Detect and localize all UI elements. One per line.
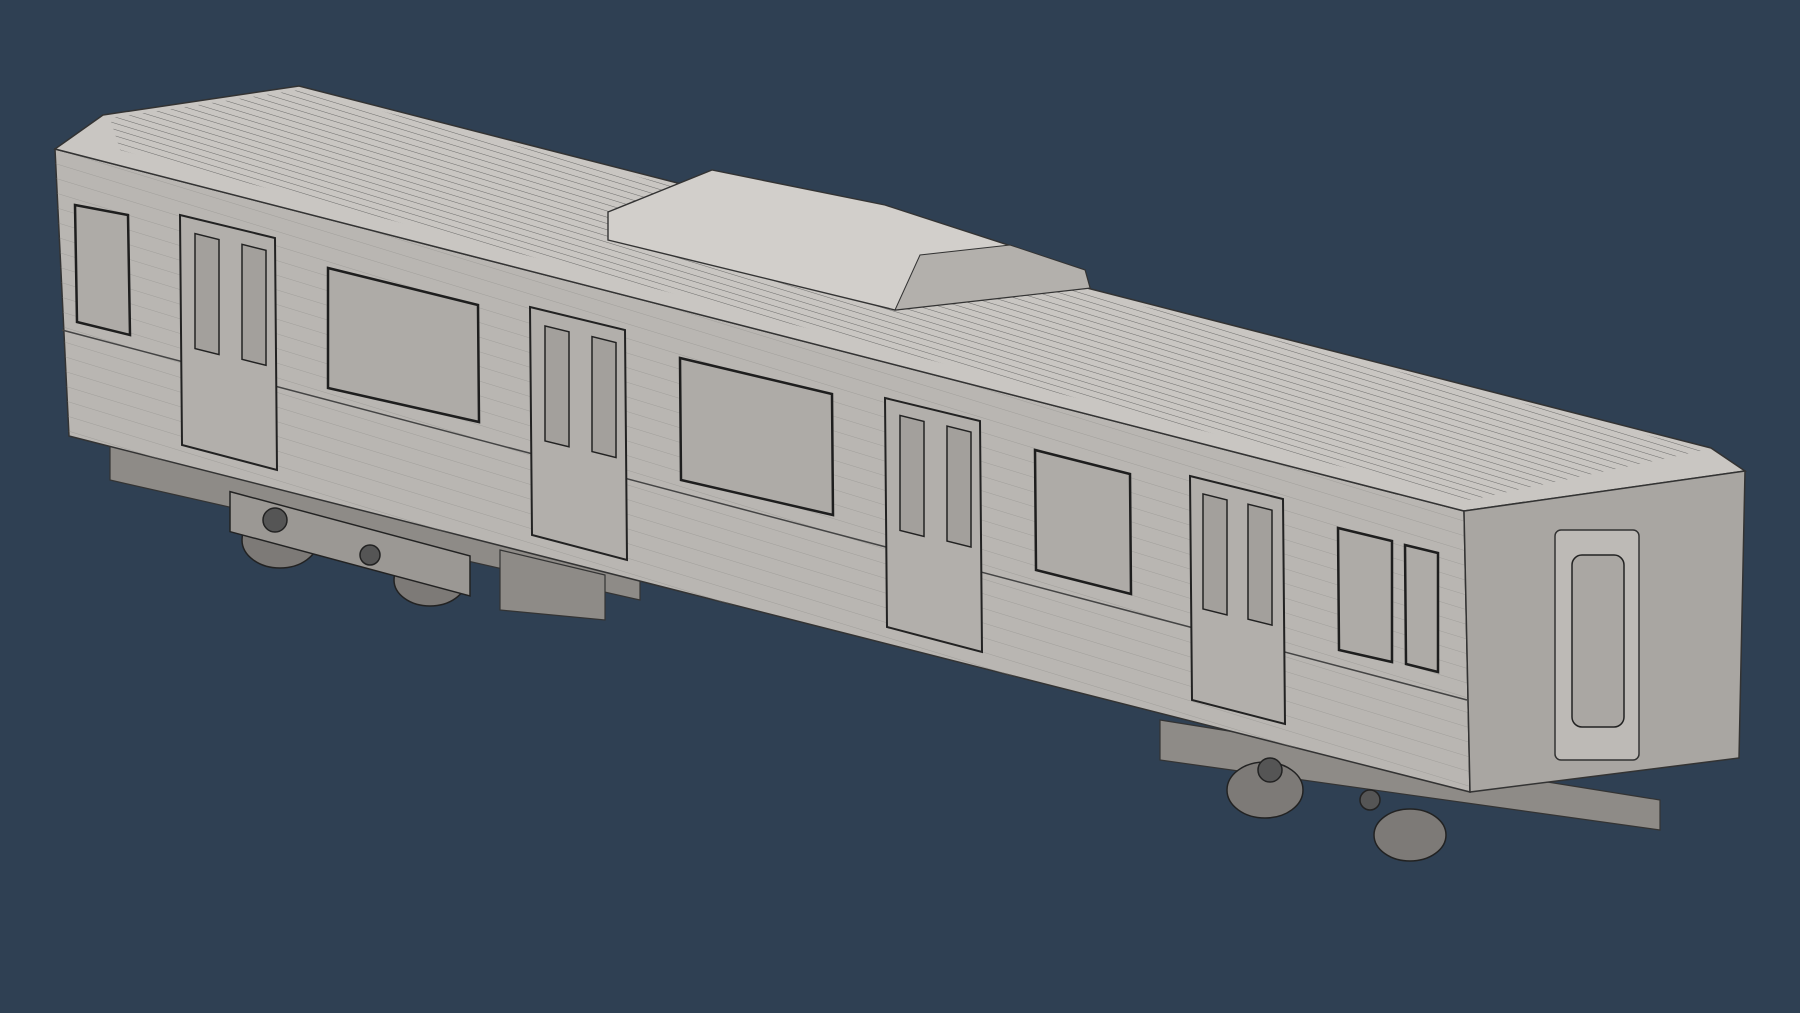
window [1033, 448, 1133, 596]
end-door-window [1571, 554, 1625, 728]
train-render [53, 85, 1748, 862]
window [1403, 543, 1440, 674]
window [1336, 526, 1394, 664]
window [73, 203, 132, 337]
